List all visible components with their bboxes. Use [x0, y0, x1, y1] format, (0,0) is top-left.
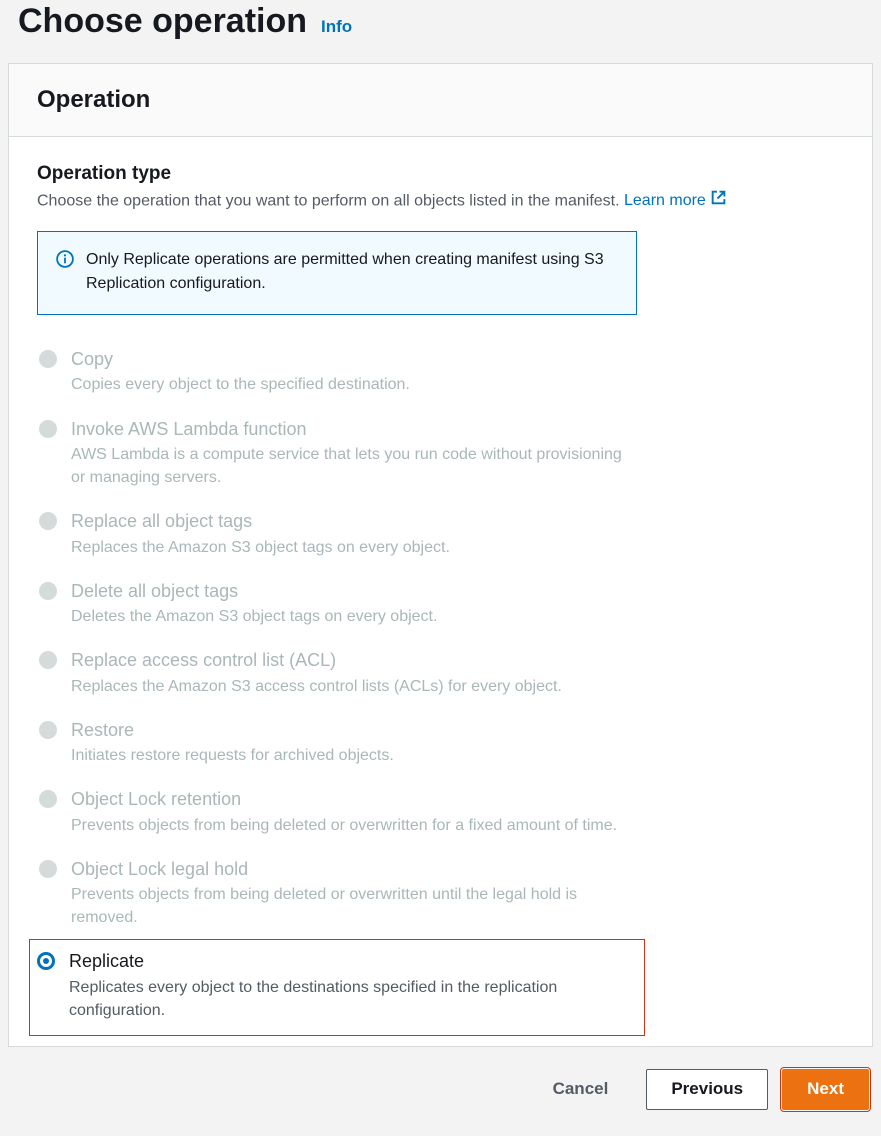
radio-title: Replace access control list (ACL): [71, 648, 635, 672]
radio-option-lock-legal-hold: Object Lock legal holdPrevents objects f…: [37, 847, 637, 940]
radio-option-replace-acl: Replace access control list (ACL) Replace…: [37, 638, 637, 707]
radio-desc: Replicates every object to the destinati…: [69, 976, 637, 1022]
radio-indicator: [37, 952, 55, 970]
page-header: Choose operation Info: [8, 0, 873, 63]
radio-indicator: [39, 350, 57, 368]
operation-type-section: Operation type Choose the operation that…: [37, 163, 844, 213]
radio-title: Object Lock retention: [71, 787, 635, 811]
radio-title: Invoke AWS Lambda function: [71, 417, 635, 441]
radio-desc: Prevents objects from being deleted or o…: [71, 814, 635, 837]
radio-desc: Prevents objects from being deleted or o…: [71, 883, 635, 929]
cancel-button[interactable]: Cancel: [529, 1069, 633, 1109]
section-desc: Choose the operation that you want to pe…: [37, 189, 844, 213]
next-button[interactable]: Next: [782, 1069, 869, 1109]
section-title: Operation type: [37, 163, 844, 185]
operation-panel: Operation Operation type Choose the oper…: [8, 63, 873, 1047]
learn-more-link[interactable]: Learn more: [624, 192, 727, 209]
radio-option-replace-tags: Replace all object tags Replaces the Amaz…: [37, 499, 637, 568]
footer-buttons: Cancel Previous Next: [8, 1047, 873, 1115]
radio-indicator: [39, 420, 57, 438]
panel-title: Operation: [37, 86, 844, 114]
radio-option-lock-retention: Object Lock retention Prevents objects fr…: [37, 777, 637, 846]
radio-indicator: [39, 651, 57, 669]
radio-title: Restore: [71, 718, 635, 742]
previous-button[interactable]: Previous: [646, 1069, 768, 1109]
panel-header: Operation: [9, 64, 872, 137]
info-icon: [56, 250, 74, 273]
info-link[interactable]: Info: [321, 17, 352, 37]
radio-option-copy: CopyCopies every object to the specified…: [37, 337, 637, 406]
radio-title: Replicate: [69, 949, 637, 973]
radio-indicator: [39, 721, 57, 739]
radio-desc: Copies every object to the specified des…: [71, 373, 635, 396]
radio-title: Copy: [71, 347, 635, 371]
info-box: Only Replicate operations are permitted …: [37, 231, 637, 315]
radio-indicator: [39, 582, 57, 600]
radio-title: Delete all object tags: [71, 579, 635, 603]
section-desc-text: Choose the operation that you want to pe…: [37, 192, 624, 209]
radio-indicator: [39, 860, 57, 878]
page-title: Choose operation: [18, 2, 307, 41]
radio-desc: AWS Lambda is a compute service that let…: [71, 443, 635, 489]
operation-radio-group: CopyCopies every object to the specified…: [37, 337, 637, 1036]
radio-title: Replace all object tags: [71, 509, 635, 533]
radio-desc: Replaces the Amazon S3 object tags on ev…: [71, 536, 635, 559]
radio-indicator: [39, 512, 57, 530]
radio-indicator: [39, 790, 57, 808]
radio-desc: Initiates restore requests for archived …: [71, 744, 635, 767]
radio-option-delete-tags: Delete all object tagsDeletes the Amazon…: [37, 569, 637, 638]
external-link-icon: [710, 189, 727, 213]
radio-desc: Deletes the Amazon S3 object tags on eve…: [71, 605, 635, 628]
radio-desc: Replaces the Amazon S3 access control li…: [71, 675, 635, 698]
radio-title: Object Lock legal hold: [71, 857, 635, 881]
radio-option-replicate[interactable]: Replicate Replicates every object to the …: [29, 939, 645, 1036]
radio-option-lambda: Invoke AWS Lambda functionAWS Lambda is …: [37, 407, 637, 500]
radio-option-restore: RestoreInitiates restore requests for ar…: [37, 708, 637, 777]
info-box-text: Only Replicate operations are permitted …: [86, 248, 618, 296]
